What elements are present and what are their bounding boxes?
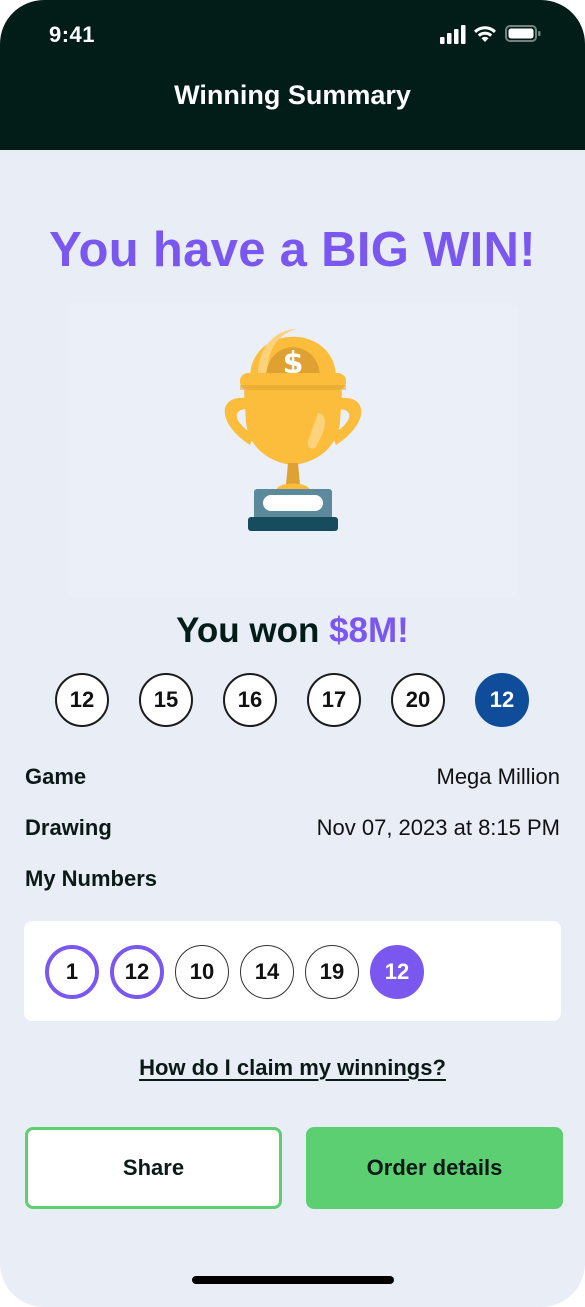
- share-button[interactable]: Share: [25, 1127, 282, 1209]
- drawing-value: Nov 07, 2023 at 8:15 PM: [316, 815, 560, 840]
- my-bonus-ball: 12: [370, 945, 424, 999]
- game-value: Mega Million: [436, 764, 561, 789]
- my-numbers-label: My Numbers: [25, 866, 158, 891]
- winning-number-ball: 17: [307, 673, 361, 727]
- signal-icon: [440, 25, 466, 44]
- winning-number-ball: 16: [223, 673, 277, 727]
- prize-amount-heading: You won $8M!: [0, 611, 585, 651]
- wifi-icon: [474, 26, 496, 42]
- phone-screen: 9:41 Winning Summary You have a BIG WIN!: [0, 0, 585, 1307]
- winning-number-ball: 20: [391, 673, 445, 727]
- my-number-ball: 10: [175, 945, 229, 999]
- game-label: Game: [25, 764, 87, 789]
- trophy-illustration-card: $: [68, 303, 518, 597]
- winning-number-ball: 12: [55, 673, 109, 727]
- prize-prefix: You won: [176, 611, 330, 650]
- trophy-icon: $: [224, 329, 362, 531]
- order-details-button[interactable]: Order details: [306, 1127, 563, 1209]
- claim-winnings-link[interactable]: How do I claim my winnings?: [0, 1055, 585, 1081]
- winning-number-ball: 15: [139, 673, 193, 727]
- page-title: Winning Summary: [174, 80, 411, 110]
- prize-amount: $8M!: [329, 611, 409, 650]
- my-number-ball: 14: [240, 945, 294, 999]
- big-win-headline: You have a BIG WIN!: [49, 223, 536, 277]
- status-time: 9:41: [49, 22, 96, 47]
- home-indicator[interactable]: [192, 1276, 394, 1284]
- winning-bonus-ball: 12: [475, 673, 529, 727]
- my-number-ball: 19: [305, 945, 359, 999]
- drawing-label: Drawing: [25, 815, 112, 840]
- my-numbers-card: 1 12 10 14 19 12: [24, 921, 561, 1021]
- my-number-ball-matched: 1: [45, 945, 99, 999]
- app-header: 9:41 Winning Summary: [0, 0, 585, 150]
- my-number-ball-matched: 12: [110, 945, 164, 999]
- battery-icon: [505, 25, 541, 42]
